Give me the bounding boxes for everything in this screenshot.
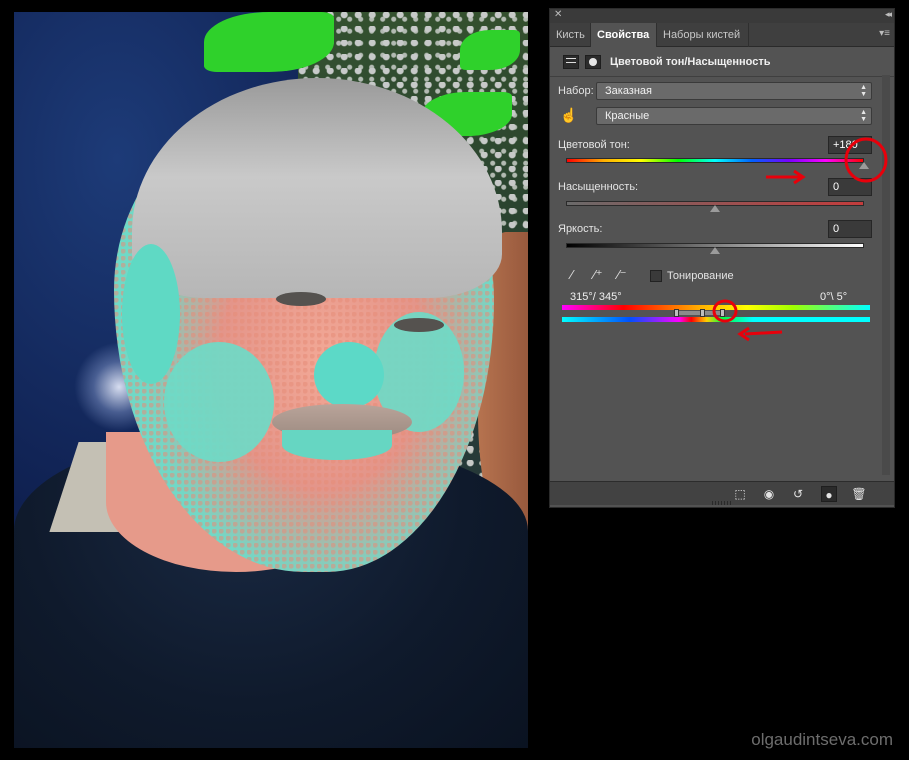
ear (122, 244, 180, 384)
properties-panel: ✕ ◂◂ Кисть Свойства Наборы кистей ▾≡ Цве… (549, 8, 895, 508)
on-image-hand-icon[interactable]: ☝ (560, 107, 582, 127)
panel-menu-icon[interactable]: ▾≡ (879, 28, 890, 39)
eye (276, 292, 326, 306)
panel-tabs: Кисть Свойства Наборы кистей ▾≡ (550, 23, 894, 47)
preset-label: Набор: (558, 85, 594, 97)
green-leaf (204, 12, 334, 72)
channel-value: Красные (605, 110, 650, 122)
adjustment-layer-icon[interactable] (563, 55, 579, 69)
chevron-updown-icon: ▲ ▼ (860, 109, 867, 123)
saturation-slider-thumb[interactable] (710, 205, 720, 212)
eyedropper-minus-icon[interactable]: ⁄⁻ (614, 267, 630, 283)
mouth (282, 430, 392, 460)
view-previous-state-icon[interactable]: ◉ (761, 486, 777, 502)
cheek (164, 342, 274, 462)
visibility-icon[interactable]: ● (821, 486, 837, 502)
chevron-updown-icon: ▲ ▼ (860, 84, 867, 98)
input-color-bar (562, 305, 870, 310)
lightness-input[interactable]: 0 (828, 220, 872, 238)
eye (394, 318, 444, 332)
panel-titlebar: ✕ ◂◂ (550, 9, 894, 23)
hue-slider[interactable] (566, 158, 864, 163)
nose (314, 342, 384, 408)
photo-canvas (14, 12, 528, 748)
clip-to-layer-icon[interactable]: ⬚ (732, 486, 748, 502)
eyedropper-plus-icon[interactable]: ⁄⁺ (590, 267, 606, 283)
tab-properties[interactable]: Свойства (591, 23, 657, 47)
range-left-label: 315°/ 345° (570, 291, 622, 303)
delete-icon[interactable]: 🗑 (851, 486, 867, 502)
panel-scrollbar[interactable] (882, 75, 890, 475)
range-handle[interactable] (700, 309, 705, 317)
eyedropper-icon[interactable]: ⁄ (564, 267, 580, 283)
saturation-input[interactable]: 0 (828, 178, 872, 196)
range-handle[interactable] (674, 309, 679, 317)
collapse-icon[interactable]: ◂◂ (885, 9, 892, 20)
range-selection[interactable] (676, 311, 722, 315)
colorize-label: Тонирование (667, 270, 734, 282)
channel-select[interactable]: Красные ▲ ▼ (596, 107, 872, 125)
mask-icon[interactable] (585, 55, 601, 69)
output-color-bar (562, 317, 870, 322)
lightness-slider-thumb[interactable] (710, 247, 720, 254)
panel-title: Цветовой тон/Насыщенность (610, 56, 771, 68)
resize-grip[interactable] (712, 501, 732, 505)
hue-label: Цветовой тон: (558, 139, 630, 151)
colorize-checkbox[interactable] (650, 270, 662, 282)
tab-brush-presets[interactable]: Наборы кистей (657, 23, 749, 47)
watermark: olgaudintseva.com (751, 730, 893, 749)
tab-brush[interactable]: Кисть (550, 23, 591, 47)
range-handle[interactable] (720, 309, 725, 317)
close-icon[interactable]: ✕ (554, 9, 562, 20)
hue-input[interactable]: +180 (828, 136, 872, 154)
hue-slider-thumb[interactable] (859, 162, 869, 169)
preset-value: Заказная (605, 85, 653, 97)
lightness-label: Яркость: (558, 223, 603, 235)
panel-header: Цветовой тон/Насыщенность (550, 47, 894, 77)
green-leaf (460, 30, 520, 70)
saturation-label: Насыщенность: (558, 181, 639, 193)
preset-select[interactable]: Заказная ▲ ▼ (596, 82, 872, 100)
range-right-label: 0°\ 5° (820, 291, 848, 303)
reset-icon[interactable]: ↺ (790, 486, 806, 502)
